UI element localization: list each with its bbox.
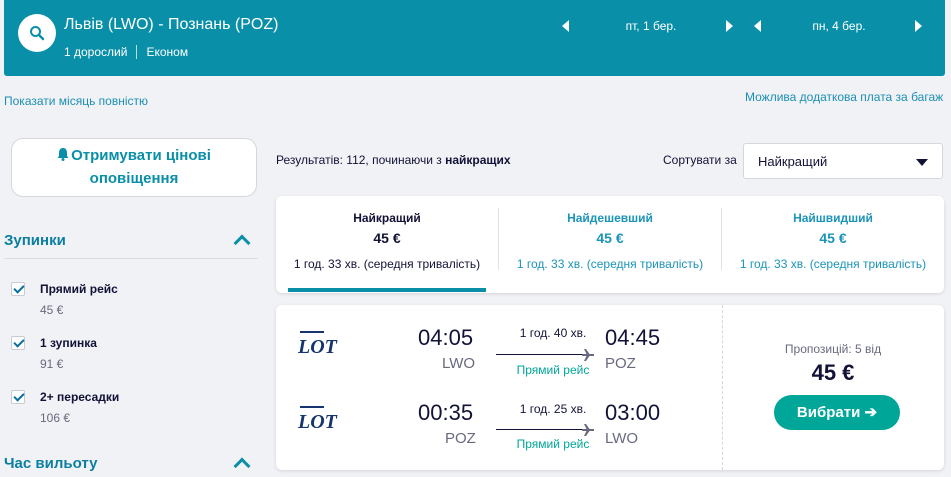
tab-price: 45 € [819, 230, 847, 246]
tab-cheapest[interactable]: Найдешевший 45 € 1 год. 33 хв. (середня … [499, 196, 721, 293]
return-date-picker: пн, 4 бер. [754, 18, 930, 34]
show-month-link[interactable]: Показати місяць повністю [4, 94, 148, 108]
flight-duration: 1 год. 40 хв. [519, 326, 587, 340]
tab-title: Найшвидший [793, 211, 873, 225]
airline-logo: LOT [297, 406, 348, 437]
tab-fastest[interactable]: Найшвидший 45 € 1 год. 33 хв. (середня т… [722, 196, 944, 293]
tab-title: Найкращий [353, 211, 421, 225]
prev-day-icon[interactable] [754, 20, 761, 32]
results-count: Результатів: 112, починаючи з найкращих [276, 153, 511, 167]
route-title[interactable]: Львів (LWO) - Познань (POZ) [64, 16, 278, 34]
stops-filter-title[interactable]: Зупинки [4, 232, 66, 249]
airline-logo: LOT [297, 331, 348, 362]
stop-option-price: 45 € [40, 303, 64, 317]
price-alerts-button[interactable]: Отримувати цінові оповіщення [11, 138, 257, 197]
depart-date-picker: пт, 1 бер. [562, 18, 738, 34]
stop-option-price: 106 € [40, 411, 71, 425]
divider [4, 258, 258, 259]
direct-checkbox[interactable] [11, 282, 25, 296]
tab-title: Найдешевший [567, 211, 653, 225]
divider [722, 305, 723, 470]
price-alerts-label-line2: оповіщення [89, 170, 179, 187]
chevron-up-icon[interactable] [233, 457, 251, 475]
flight-duration: 1 год. 25 хв. [519, 402, 587, 416]
select-button[interactable]: Вибрати ➔ [774, 395, 900, 430]
stop-option-label: Прямий рейс [40, 282, 118, 296]
sort-tabs: Найкращий 45 € 1 год. 33 хв. (середня тр… [276, 196, 944, 293]
price-alerts-label-line1: Отримувати цінові [71, 147, 211, 164]
next-day-icon[interactable] [726, 20, 733, 32]
results-count-bold: найкращих [445, 153, 511, 167]
divider [136, 45, 138, 59]
sort-value: Найкращий [758, 154, 828, 169]
search-summary-header: Львів (LWO) - Познань (POZ) 1 дорослий Е… [4, 0, 945, 76]
stop-option-price: 91 € [40, 357, 64, 371]
return-leg: LOT 00:35 POZ 1 год. 25 хв. Прямий рейс … [276, 398, 722, 468]
tab-duration: 1 год. 33 хв. (середня тривалість) [739, 257, 927, 271]
departure-airport: LWO [442, 355, 476, 372]
route-line [496, 429, 582, 430]
active-tab-indicator [288, 288, 486, 292]
caret-down-icon [916, 159, 928, 166]
stops-label: Прямий рейс [516, 363, 590, 377]
departure-airport: POZ [445, 430, 476, 447]
departure-time-filter-title[interactable]: Час вильоту [4, 455, 97, 472]
departure-time: 00:35 [418, 400, 474, 425]
cabin-label: Економ [146, 45, 189, 59]
arrival-airport: POZ [605, 355, 636, 372]
arrival-time: 03:00 [605, 400, 661, 425]
flight-result-card[interactable]: LOT 04:05 LWO 1 год. 40 хв. Прямий рейс … [276, 305, 944, 470]
tab-duration: 1 год. 33 хв. (середня тривалість) [293, 257, 481, 271]
next-day-icon[interactable] [915, 20, 922, 32]
departure-time: 04:05 [418, 325, 474, 350]
tab-price: 45 € [596, 230, 624, 246]
one-stop-checkbox[interactable] [11, 336, 25, 350]
bell-icon [57, 146, 69, 168]
results-count-text: Результатів: 112, починаючи з [276, 153, 446, 167]
two-plus-checkbox[interactable] [11, 390, 25, 404]
result-price: 45 € [811, 360, 855, 385]
stop-option-label: 1 зупинка [40, 336, 97, 350]
prev-day-icon[interactable] [562, 20, 569, 32]
arrival-time: 04:45 [605, 325, 661, 350]
search-icon [30, 26, 45, 41]
depart-date[interactable]: пт, 1 бер. [586, 19, 716, 33]
passengers-label: 1 дорослий [64, 45, 128, 59]
chevron-up-icon[interactable] [233, 234, 251, 252]
sort-label: Сортувати за [663, 153, 737, 167]
outbound-leg: LOT 04:05 LWO 1 год. 40 хв. Прямий рейс … [276, 323, 722, 393]
arrival-airport: LWO [605, 430, 639, 447]
stop-option-label: 2+ пересадки [40, 390, 120, 404]
traveller-summary[interactable]: 1 дорослий Економ [64, 45, 188, 59]
baggage-fees-link[interactable]: Можлива додаткова плата за багаж [745, 90, 943, 104]
search-button[interactable] [18, 14, 56, 52]
return-date[interactable]: пн, 4 бер. [774, 19, 904, 33]
tab-price: 45 € [373, 230, 401, 246]
stops-label: Прямий рейс [516, 437, 590, 451]
sort-select[interactable]: Найкращий [743, 143, 943, 179]
airline-logo-text: LOT [298, 336, 338, 357]
offers-count: Пропозицій: 5 від [784, 342, 882, 356]
tab-duration: 1 год. 33 хв. (середня тривалість) [516, 257, 704, 271]
airline-logo-text: LOT [298, 411, 338, 432]
route-line [496, 354, 582, 355]
tab-best[interactable]: Найкращий 45 € 1 год. 33 хв. (середня тр… [276, 196, 498, 293]
